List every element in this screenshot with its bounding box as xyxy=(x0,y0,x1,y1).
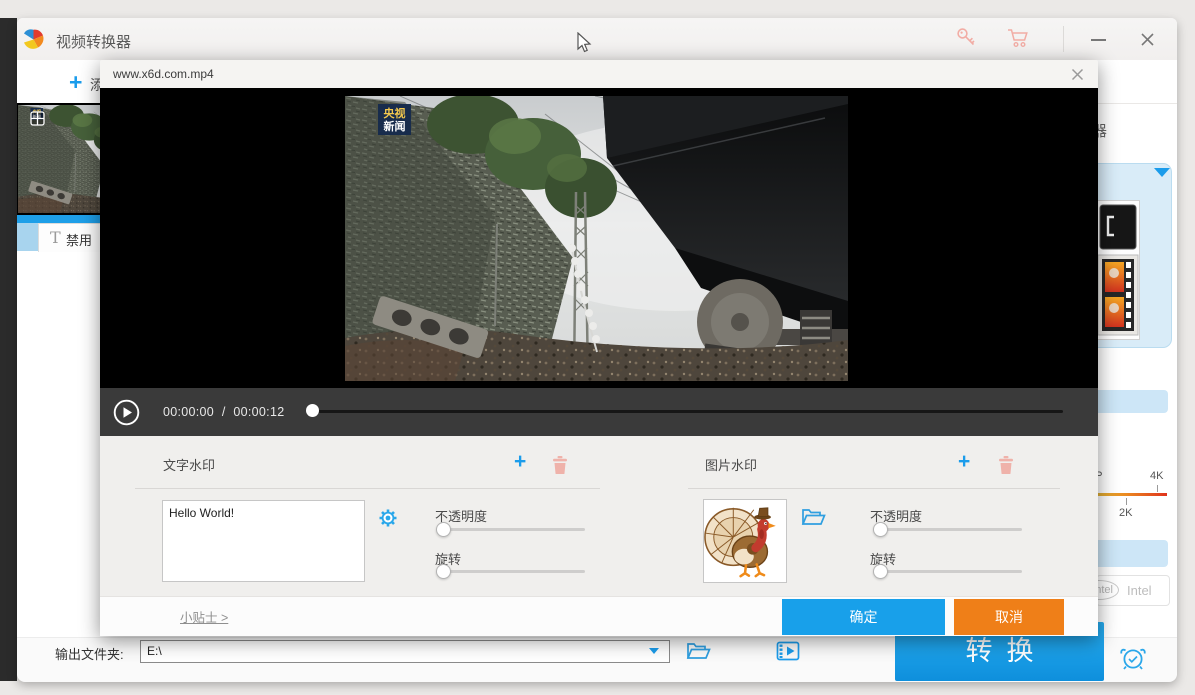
video-preview-area xyxy=(100,88,1098,388)
quality-tick-2k xyxy=(1126,498,1127,505)
text-opacity-handle[interactable] xyxy=(436,522,451,537)
intel-logo: intel xyxy=(1096,580,1119,600)
text-rotate-handle[interactable] xyxy=(436,564,451,579)
seek-bar[interactable] xyxy=(310,410,1063,413)
resolution-label-4k: 4K xyxy=(1150,470,1163,482)
open-folder-icon[interactable] xyxy=(686,641,711,661)
grid-view-icon[interactable] xyxy=(30,111,45,126)
store-cart-icon[interactable] xyxy=(1007,27,1031,49)
section-divider xyxy=(135,488,600,489)
watermark-text-input[interactable]: Hello World! xyxy=(162,500,365,582)
minimize-button[interactable] xyxy=(1091,39,1106,41)
add-video-plus-icon[interactable]: + xyxy=(69,69,82,96)
close-window-button[interactable] xyxy=(1140,32,1155,47)
video-settings-icon[interactable] xyxy=(776,641,801,661)
combobox-dropdown-arrow-icon[interactable] xyxy=(649,648,659,654)
quality-tick-4k xyxy=(1157,485,1158,492)
dialog-footer: 小贴士 > 确定 取消 xyxy=(100,596,1098,636)
cancel-button[interactable]: 取消 xyxy=(954,599,1064,635)
add-text-watermark-button[interactable]: + xyxy=(514,450,526,474)
intel-acceleration-badge: intel Intel xyxy=(1096,575,1170,606)
watermark-image-preview[interactable] xyxy=(703,499,787,583)
tab-disable-label: 禁用 xyxy=(66,230,92,249)
format-dropdown-arrow-icon[interactable] xyxy=(1154,168,1170,177)
output-folder-value: E:\ xyxy=(147,644,162,658)
text-tool-icon: T xyxy=(50,228,61,247)
seek-handle[interactable] xyxy=(306,404,319,417)
background-dark-band xyxy=(0,18,17,681)
app-logo-icon xyxy=(22,28,45,51)
image-rotate-slider[interactable] xyxy=(874,570,1022,573)
dialog-title: www.x6d.com.mp4 xyxy=(113,67,214,81)
image-opacity-handle[interactable] xyxy=(873,522,888,537)
selected-item-highlight xyxy=(17,215,101,223)
video-frame[interactable] xyxy=(345,96,848,381)
format-preview-image xyxy=(1097,201,1139,339)
ok-button[interactable]: 确定 xyxy=(782,599,945,635)
dialog-titlebar xyxy=(100,60,1098,89)
resolution-label-2k: 2K xyxy=(1119,507,1132,519)
output-folder-combobox[interactable]: E:\ xyxy=(140,640,670,663)
current-time: 00:00:00 xyxy=(163,405,214,419)
image-watermark-title: 图片水印 xyxy=(705,455,757,474)
tips-link[interactable]: 小贴士 > xyxy=(180,607,228,626)
schedule-alarm-icon[interactable] xyxy=(1119,644,1147,671)
turkey-image xyxy=(704,500,786,582)
player-controls-bar: 00:00:00 / 00:00:12 xyxy=(100,388,1098,436)
titlebar-separator xyxy=(1063,26,1064,52)
mouse-cursor xyxy=(576,32,592,54)
section-divider xyxy=(688,488,1060,489)
time-separator: / xyxy=(222,405,226,419)
watermark-dialog: www.x6d.com.mp4 00:00:00 / 00:00:12 文字水印… xyxy=(100,60,1098,635)
browse-image-folder-icon[interactable] xyxy=(801,507,826,527)
time-display: 00:00:00 / 00:00:12 xyxy=(163,405,284,419)
intel-label: Intel xyxy=(1127,583,1152,598)
format-preview-card xyxy=(1096,200,1140,340)
text-watermark-title: 文字水印 xyxy=(163,455,215,474)
play-button[interactable] xyxy=(113,399,140,426)
register-key-icon[interactable] xyxy=(956,27,977,48)
text-opacity-slider[interactable] xyxy=(437,528,585,531)
app-titlebar xyxy=(17,18,1177,61)
delete-text-watermark-icon[interactable] xyxy=(552,456,568,474)
image-rotate-handle[interactable] xyxy=(873,564,888,579)
add-image-watermark-button[interactable]: + xyxy=(958,450,970,474)
text-settings-gear-icon[interactable] xyxy=(378,508,398,528)
output-folder-label: 输出文件夹: xyxy=(55,644,124,663)
duration: 00:00:12 xyxy=(233,405,284,419)
app-title: 视频转换器 xyxy=(56,31,131,52)
dialog-close-icon[interactable] xyxy=(1070,67,1085,82)
delete-image-watermark-icon[interactable] xyxy=(998,456,1014,474)
image-opacity-slider[interactable] xyxy=(874,528,1022,531)
text-rotate-slider[interactable] xyxy=(437,570,585,573)
